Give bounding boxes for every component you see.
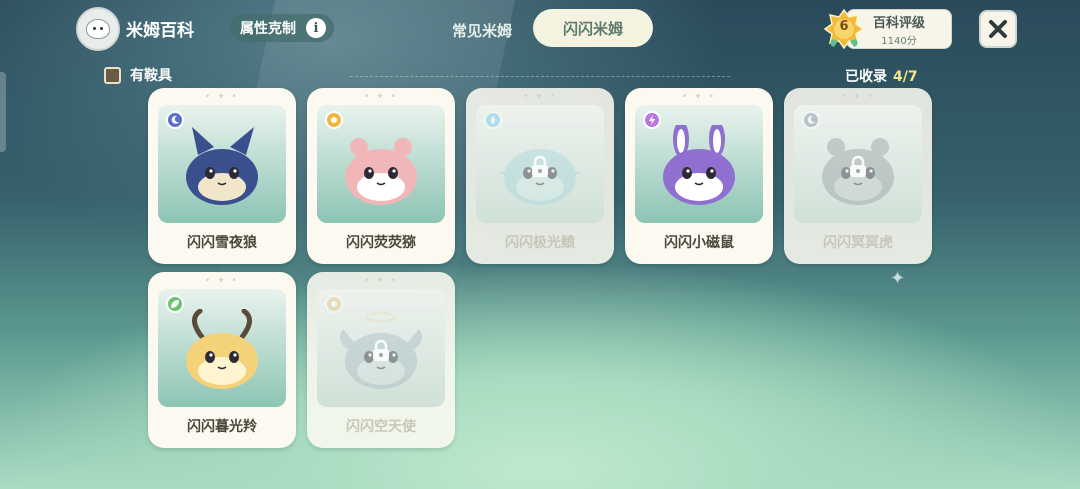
sun-icon xyxy=(325,111,343,129)
card-ornament: • ✦ • xyxy=(364,92,398,102)
collected-value: 4/7 xyxy=(893,69,918,85)
creature-figure xyxy=(345,138,417,205)
side-drawer-handle[interactable] xyxy=(0,72,6,152)
page-title: 米姆百科 xyxy=(126,21,194,41)
creature-figure xyxy=(186,309,258,389)
mimu-card[interactable]: • ✦ • 闪闪暮光羚 xyxy=(148,272,296,448)
tab-shiny-mimu[interactable]: 闪闪米姆 xyxy=(533,9,653,47)
close-button[interactable] xyxy=(979,10,1017,48)
encyclopedia-rating[interactable]: 百科评级 1140分 6 xyxy=(824,9,952,49)
mimu-name: 闪闪冥冥虎 xyxy=(823,235,893,251)
card-ornament: • ✦ • xyxy=(523,92,557,102)
collected-count: 已收录 4/7 xyxy=(845,66,918,86)
mimu-card[interactable]: • ✦ • 闪闪极光鲼 xyxy=(466,88,614,264)
mimu-name: 闪闪空天使 xyxy=(346,419,416,435)
mimu-card[interactable]: • ✦ • 闪闪雪夜狼 xyxy=(148,88,296,264)
saddle-filter[interactable]: 有鞍具 xyxy=(104,65,172,85)
info-icon[interactable]: i xyxy=(306,18,326,38)
card-ornament: • ✦ • xyxy=(205,276,239,286)
card-ornament: • ✦ • xyxy=(205,92,239,102)
mimu-name: 闪闪荧荧猕 xyxy=(346,235,416,251)
sparkle-icon: ✦ xyxy=(890,268,906,289)
saddle-filter-label: 有鞍具 xyxy=(130,68,172,84)
card-portrait xyxy=(794,105,922,223)
tab-shiny-label: 闪闪米姆 xyxy=(562,19,623,38)
mimu-name: 闪闪小磁鼠 xyxy=(664,235,734,251)
rating-score: 1140分 xyxy=(881,35,917,47)
attribute-counter-button[interactable]: 属性克制 i xyxy=(230,14,334,42)
card-portrait xyxy=(158,105,286,223)
tab-common-mimu[interactable]: 常见米姆 xyxy=(452,20,512,41)
rating-title: 百科评级 xyxy=(872,15,925,31)
close-icon xyxy=(989,20,1007,38)
mimu-card[interactable]: • ✦ • 闪闪冥冥虎 xyxy=(784,88,932,264)
leaf-icon xyxy=(166,295,184,313)
card-ornament: • ✦ • xyxy=(682,92,716,102)
mimu-card[interactable]: • ✦ • 闪闪荧荧猕 xyxy=(307,88,455,264)
card-portrait xyxy=(158,289,286,407)
card-portrait xyxy=(317,105,445,223)
attribute-counter-label: 属性克制 xyxy=(240,21,296,37)
lock-icon xyxy=(850,155,866,177)
moon-icon xyxy=(166,111,184,129)
card-ornament: • ✦ • xyxy=(364,276,398,286)
lock-icon xyxy=(373,339,389,361)
mimu-name: 闪闪雪夜狼 xyxy=(187,235,257,251)
mimu-name: 闪闪极光鲼 xyxy=(505,235,575,251)
rating-level: 6 xyxy=(839,19,849,34)
mimu-name: 闪闪暮光羚 xyxy=(187,419,257,435)
card-ornament: • ✦ • xyxy=(841,92,875,102)
creature-figure xyxy=(186,127,258,205)
mimu-card[interactable]: • ✦ • 闪闪空天使 xyxy=(307,272,455,448)
avatar[interactable] xyxy=(76,7,120,51)
water-icon xyxy=(484,111,502,129)
card-portrait xyxy=(317,289,445,407)
slime-icon xyxy=(86,19,110,39)
creature-figure xyxy=(663,125,735,205)
sun-icon xyxy=(325,295,343,313)
moon-icon xyxy=(802,111,820,129)
lock-icon xyxy=(532,155,548,177)
collected-label: 已收录 xyxy=(845,69,887,85)
card-portrait xyxy=(635,105,763,223)
card-portrait xyxy=(476,105,604,223)
saddle-checkbox[interactable] xyxy=(104,66,121,84)
divider xyxy=(350,76,730,78)
mimu-card[interactable]: • ✦ • 闪闪小磁鼠 xyxy=(625,88,773,264)
lightning-icon xyxy=(643,111,661,129)
